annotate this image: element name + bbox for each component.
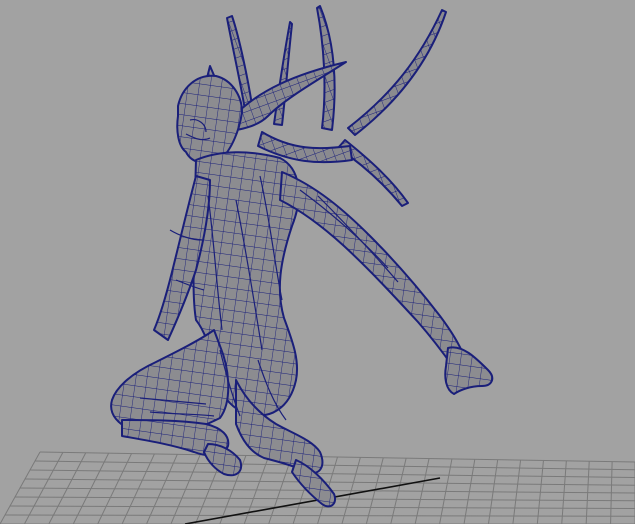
head[interactable] [176, 74, 243, 165]
body-group[interactable] [110, 74, 494, 508]
grid-line [4, 514, 635, 517]
grid-line [39, 451, 635, 463]
character-mesh[interactable] [110, 5, 494, 508]
right-arm[interactable] [279, 171, 465, 369]
grid-line [34, 460, 635, 471]
right-hand[interactable] [444, 346, 494, 395]
horn-center[interactable] [273, 21, 293, 126]
3d-viewport[interactable] [0, 0, 635, 524]
viewport-canvas[interactable] [0, 0, 635, 524]
left-foot[interactable] [203, 443, 242, 477]
horn-far-right[interactable] [347, 9, 447, 136]
